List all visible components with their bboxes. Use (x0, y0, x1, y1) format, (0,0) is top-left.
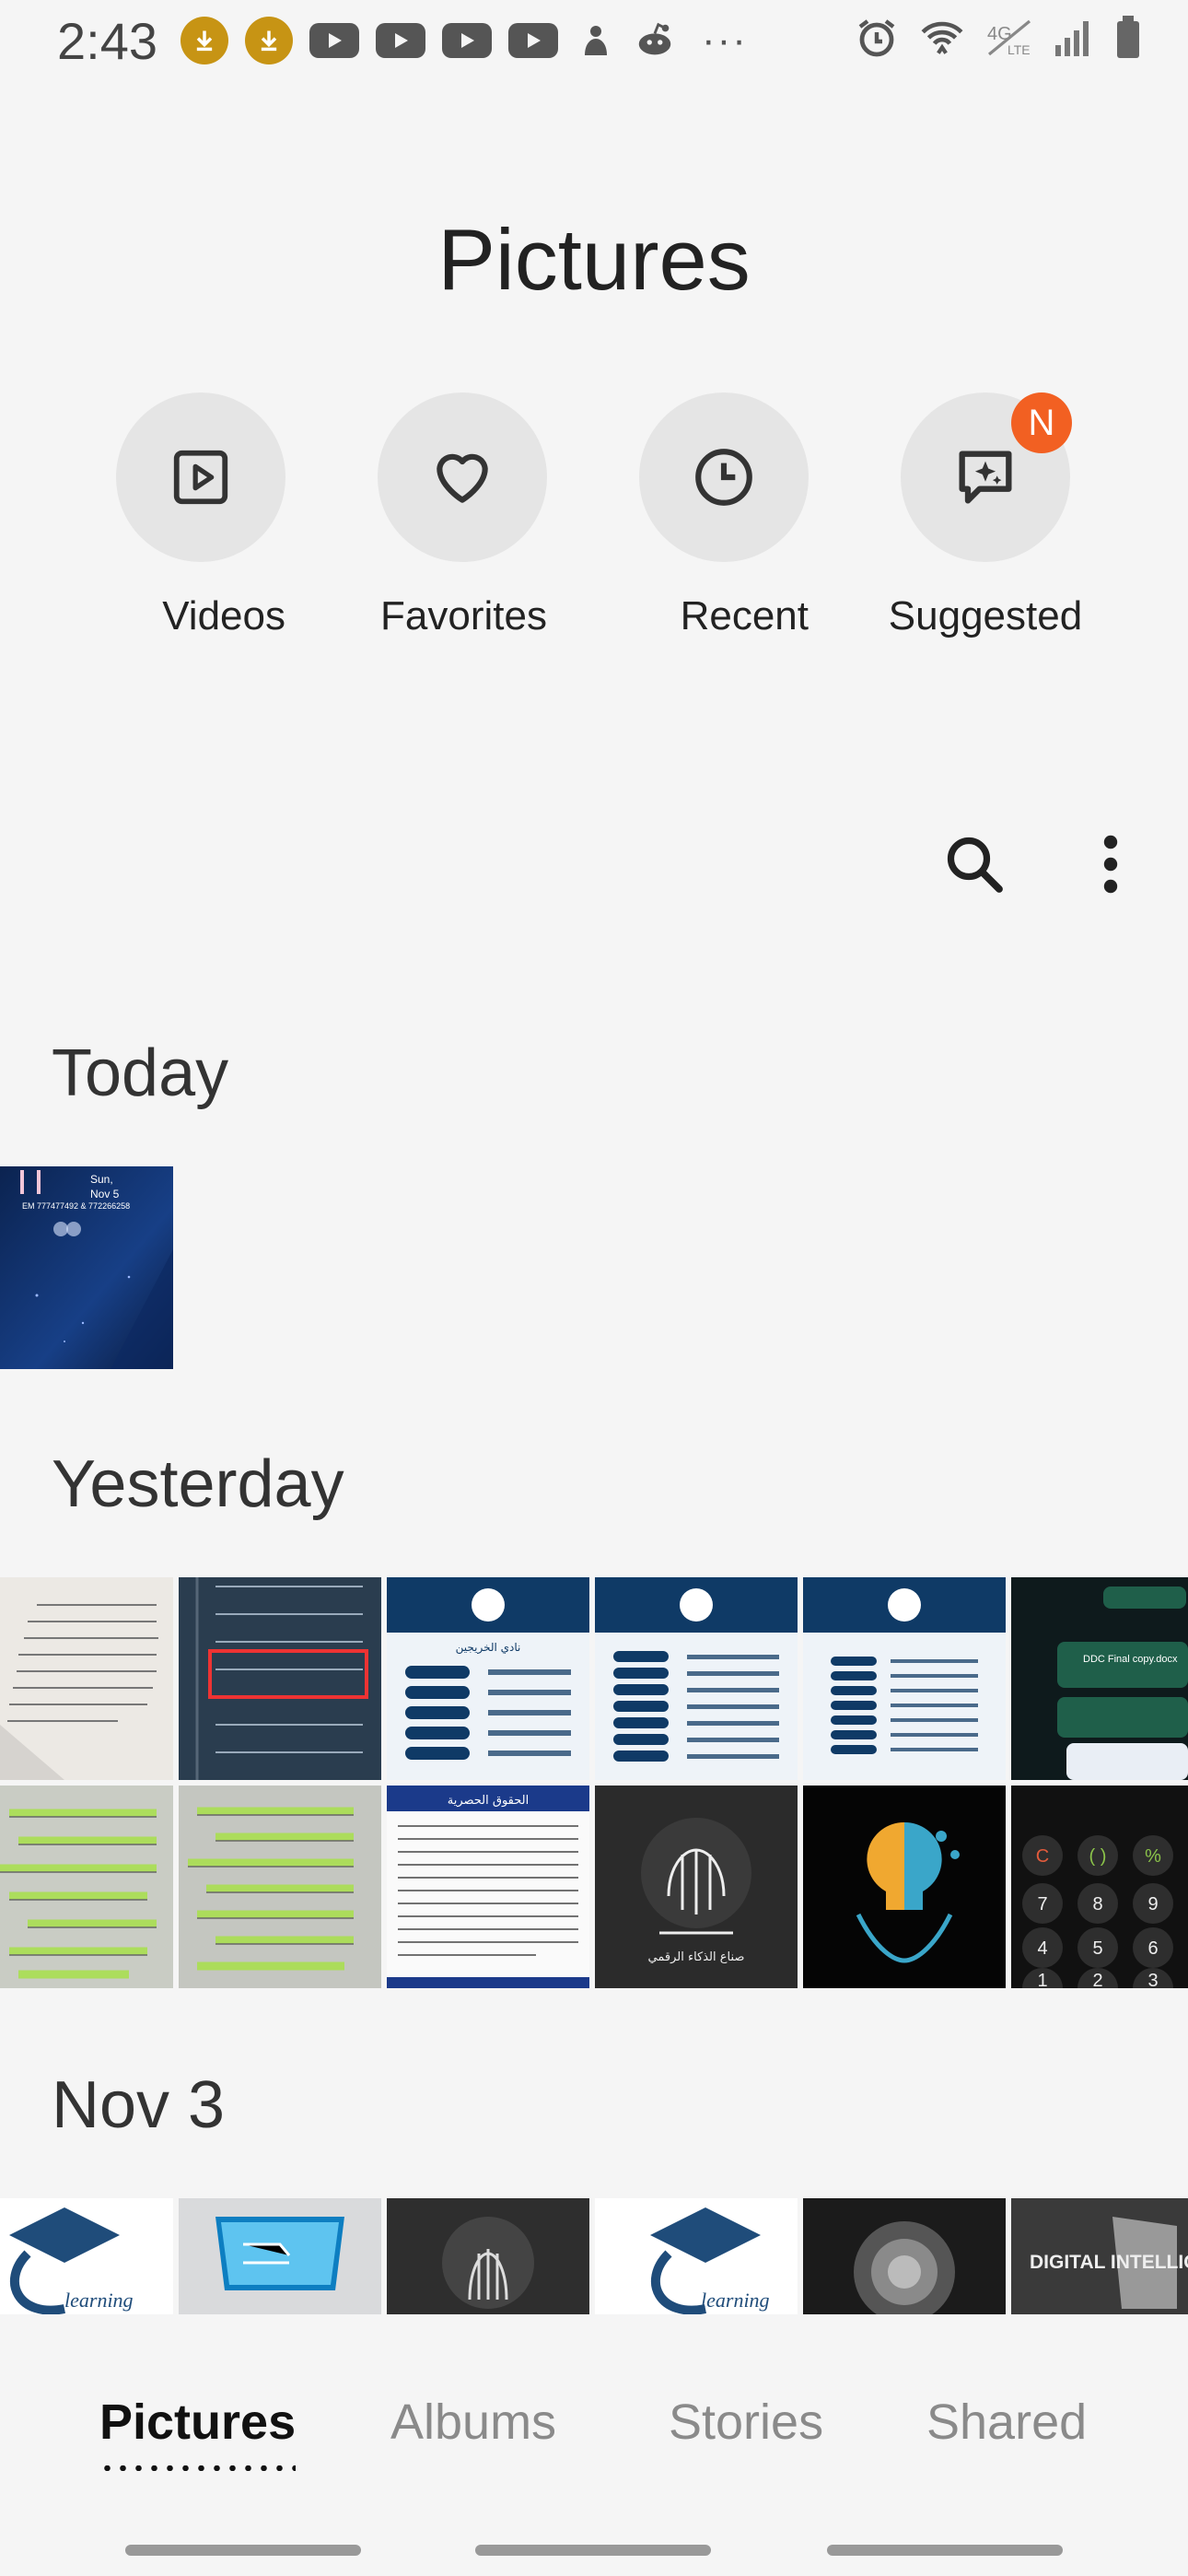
svg-text:Nov 5: Nov 5 (90, 1188, 120, 1200)
new-badge: N (1011, 392, 1072, 453)
photo-thumbnail[interactable]: نادي الخريجين (387, 1577, 589, 1780)
thumbnail-caption: الحقوق الحصرية (448, 1794, 529, 1808)
notification-icons: ··· (181, 17, 748, 64)
tab-label: Albums (390, 2395, 557, 2450)
suggested-label: Suggested (888, 593, 1083, 638)
more-notifications-icon: ··· (702, 18, 748, 63)
clock-icon (695, 449, 752, 506)
svg-text:C: C (1036, 1846, 1049, 1867)
svg-text:3: 3 (1147, 1971, 1158, 1988)
photo-thumbnail[interactable]: الحقوق الحصرية (387, 1786, 589, 1988)
more-vertical-icon (1103, 835, 1118, 894)
section-title-yesterday: Yesterday (52, 1447, 344, 1521)
suggested-button[interactable]: N (901, 392, 1072, 562)
bottom-navigation: Pictures Albums Stories Shared (0, 2314, 1188, 2576)
favorites-label: Favorites (380, 593, 547, 638)
active-tab-indicator (99, 2465, 297, 2471)
suggested-shortcut[interactable]: N Suggested (889, 392, 1082, 639)
tab-label: Shared (926, 2395, 1088, 2450)
wifi-icon (921, 21, 963, 54)
svg-text:1: 1 (1037, 1971, 1047, 1988)
photo-thumbnail[interactable]: Sun, Nov 5 EM 777477492 & 772266258 (0, 1166, 173, 1369)
svg-text:5: 5 (1092, 1938, 1102, 1959)
suggestion-sparkle-icon (959, 451, 1012, 504)
battery-icon (1117, 16, 1139, 58)
svg-text:8: 8 (1092, 1894, 1102, 1914)
more-options-button[interactable] (1087, 829, 1135, 899)
photo-thumbnail[interactable] (803, 1786, 1006, 1988)
reddit-icon (634, 19, 676, 62)
linkedin-icon (575, 19, 617, 62)
search-icon (947, 837, 1003, 893)
favorites-shortcut[interactable]: Favorites (378, 392, 547, 639)
photo-thumbnail[interactable]: DIGITAL INTELLIGENCE INDUSTRY (1011, 2198, 1188, 2314)
system-icons: 4G LTE (855, 15, 1142, 61)
section-title-today: Today (52, 1036, 229, 1110)
gesture-bar-right (827, 2545, 1063, 2556)
thumbnail-caption: EM 777477492 & 772266258 (22, 1201, 130, 1211)
recent-button[interactable] (639, 392, 809, 562)
photo-thumbnail[interactable] (595, 1577, 798, 1780)
photo-thumbnail[interactable] (0, 1786, 173, 1988)
svg-text:Sun,: Sun, (90, 1173, 113, 1186)
photo-thumbnail[interactable]: صناع الذكاء الرقمي (595, 1786, 798, 1988)
recent-shortcut[interactable]: Recent (639, 392, 809, 639)
thumbnail-caption: DDC Final copy.docx (1083, 1654, 1178, 1665)
photo-thumbnail[interactable] (803, 2198, 1006, 2314)
videos-button[interactable] (116, 392, 285, 562)
tab-label: Stories (669, 2395, 824, 2450)
videos-shortcut[interactable]: Videos (116, 392, 285, 639)
videos-label: Videos (162, 593, 285, 638)
svg-text:6: 6 (1147, 1938, 1158, 1959)
thumbnail-caption: نادي الخريجين (456, 1641, 521, 1655)
gesture-bar-left (125, 2545, 361, 2556)
svg-text:( ): ( ) (1089, 1846, 1107, 1867)
youtube-icon (508, 23, 558, 58)
tab-pictures[interactable]: Pictures (99, 2394, 297, 2471)
search-button[interactable] (939, 829, 1009, 899)
page-title: Pictures (437, 211, 751, 308)
photo-thumbnail[interactable] (387, 2198, 589, 2314)
tab-shared[interactable]: Shared (926, 2394, 1087, 2451)
photo-thumbnail[interactable] (803, 1577, 1006, 1780)
svg-text:4G: 4G (987, 24, 1012, 44)
photo-thumbnail[interactable]: C ( )% 7 8 9 4 5 6 1 2 3 (1011, 1786, 1188, 1988)
status-bar: 2:43 ··· 4G LTE (0, 0, 1188, 83)
download-icon (181, 17, 228, 64)
svg-text:7: 7 (1037, 1894, 1047, 1914)
svg-text:%: % (1145, 1846, 1161, 1867)
photo-thumbnail[interactable] (179, 2198, 381, 2314)
photo-thumbnail[interactable]: DDC Final copy.docx (1011, 1577, 1188, 1780)
thumbnail-caption: صناع الذكاء الرقمي (648, 1950, 745, 1964)
signal-icon (1055, 21, 1089, 56)
tab-label: Pictures (99, 2395, 297, 2450)
svg-text:9: 9 (1147, 1894, 1158, 1914)
photo-thumbnail[interactable] (179, 1786, 381, 1988)
download-icon (245, 17, 293, 64)
volte-icon: 4GLTE (987, 19, 1031, 57)
svg-text:2: 2 (1092, 1971, 1102, 1988)
thumbnail-caption: DIGITAL INTELLIGENCE INDUSTRY (1030, 2252, 1188, 2273)
thumbnail-caption: learning (64, 2289, 134, 2312)
tab-albums[interactable]: Albums (390, 2394, 556, 2451)
youtube-icon (376, 23, 425, 58)
alarm-icon (858, 19, 895, 57)
photo-thumbnail[interactable] (0, 1577, 173, 1780)
youtube-icon (309, 23, 359, 58)
youtube-icon (442, 23, 492, 58)
thumbnail-caption: learning (701, 2289, 770, 2312)
svg-text:4: 4 (1037, 1938, 1047, 1959)
video-icon (173, 450, 228, 505)
photo-thumbnail[interactable]: learning (0, 2198, 173, 2314)
section-title-nov-3: Nov 3 (52, 2068, 226, 2142)
svg-text:LTE: LTE (1007, 42, 1031, 57)
favorites-button[interactable] (378, 392, 547, 562)
photo-thumbnail[interactable]: learning (595, 2198, 798, 2314)
recent-label: Recent (680, 593, 809, 638)
status-time: 2:43 (57, 12, 157, 70)
gesture-bar-center (475, 2545, 711, 2556)
tab-stories[interactable]: Stories (669, 2394, 823, 2451)
heart-icon (437, 453, 488, 503)
photo-thumbnail[interactable] (179, 1577, 381, 1780)
